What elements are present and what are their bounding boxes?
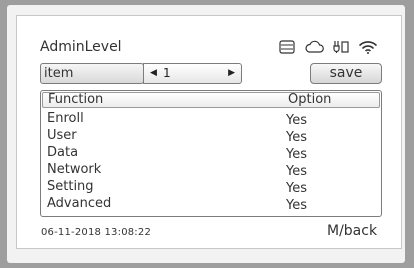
back-hint: M/back [327,223,378,239]
wifi-icon [358,40,378,54]
column-header-function: Function [48,92,104,107]
row-function: Data [47,145,79,160]
table-row[interactable]: Setting Yes [41,178,381,196]
card-icon [279,40,295,54]
row-function: Enroll [47,111,84,126]
arrow-right-icon[interactable]: ▶ [228,64,235,83]
row-function: Advanced [47,196,112,211]
permission-table: Function Option Enroll Yes User Yes Data… [40,90,382,217]
datetime-display: 06-11-2018 13:08:22 [41,227,152,238]
row-function: Setting [47,179,94,194]
save-button[interactable]: save [310,63,382,84]
cloud-icon [304,40,324,54]
table-row[interactable]: Advanced Yes [41,195,381,214]
table-row[interactable]: Network Yes [41,161,381,179]
table-row[interactable]: Enroll Yes [41,110,381,128]
status-bar [279,37,378,57]
table-row[interactable]: Data Yes [41,144,381,162]
stepper-value: 1 [163,66,171,80]
column-header-option: Option [288,92,332,107]
item-field-label: item [40,63,144,84]
row-option[interactable]: Yes [286,197,307,214]
page-title: AdminLevel [40,39,122,55]
item-stepper[interactable]: ◀ 1 ▶ [143,63,242,84]
table-header: Function Option [42,92,380,108]
row-function: Network [47,162,102,177]
plug-icon [333,40,349,54]
arrow-left-icon[interactable]: ◀ [150,64,157,83]
row-function: User [47,128,77,143]
table-row[interactable]: User Yes [41,127,381,145]
